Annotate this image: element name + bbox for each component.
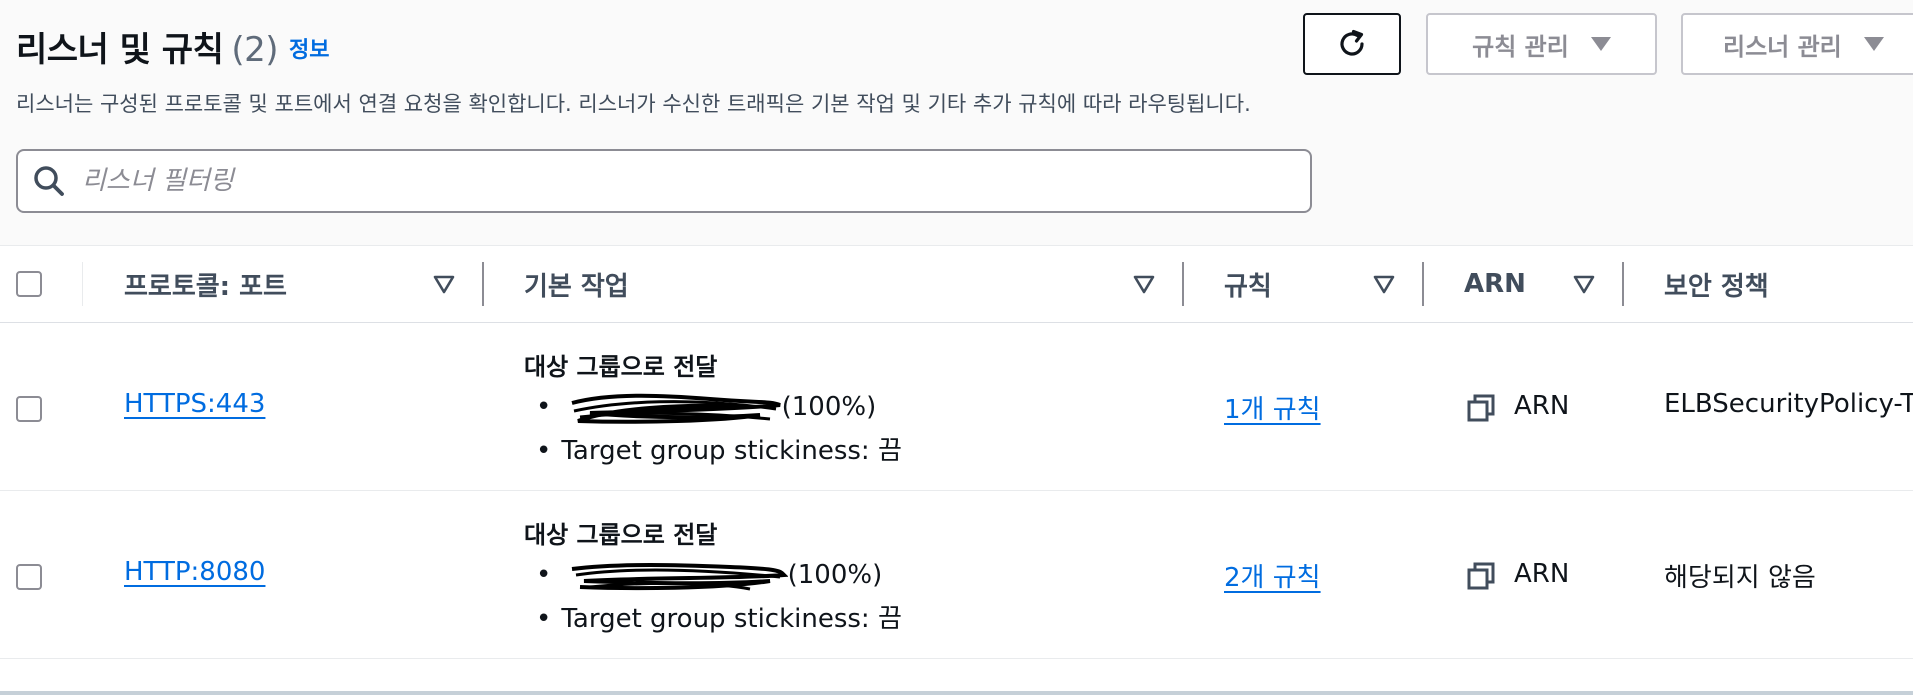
- column-header-protocol-port[interactable]: 프로토콜: 포트: [124, 246, 287, 322]
- sort-icon[interactable]: [432, 272, 456, 296]
- target-group-weight: (100%): [781, 392, 877, 422]
- copy-icon[interactable]: [1466, 561, 1496, 591]
- action-details: (100%) Target group stickiness: 끔: [536, 385, 902, 473]
- table-header: 프로토콜: 포트 기본 작업 규칙 ARN 보안 정책: [0, 245, 1913, 323]
- sort-icon[interactable]: [1372, 272, 1396, 296]
- info-link[interactable]: 정보: [289, 32, 329, 64]
- rules-link[interactable]: 2개 규칙: [1224, 557, 1321, 594]
- copy-icon[interactable]: [1466, 393, 1496, 423]
- redacted-target-group-link[interactable]: [570, 393, 782, 424]
- manage-rules-label: 규칙 관리: [1472, 32, 1569, 61]
- target-group-item: (100%): [536, 385, 902, 429]
- refresh-button[interactable]: [1303, 13, 1401, 75]
- arn-label: ARN: [1514, 391, 1570, 421]
- listener-filter: [16, 149, 1312, 213]
- column-resizer[interactable]: [1182, 262, 1184, 306]
- column-header-security-policy[interactable]: 보안 정책: [1664, 246, 1769, 322]
- column-resizer[interactable]: [1622, 262, 1624, 306]
- panel-bottom-border: [0, 691, 1913, 695]
- listener-link[interactable]: HTTPS:443: [124, 389, 265, 419]
- rules-link[interactable]: 1개 규칙: [1224, 389, 1321, 426]
- panel-description: 리스너는 구성된 프로토콜 및 포트에서 연결 요청을 확인합니다. 리스너가 …: [16, 92, 1251, 116]
- caret-down-icon: [1590, 37, 1611, 51]
- listeners-panel-header: 리스너 및 규칙 (2) 정보 리스너는 구성된 프로토콜 및 포트에서 연결 요…: [0, 0, 1913, 245]
- column-resizer[interactable]: [1422, 262, 1424, 306]
- security-policy: 해당되지 않음: [1664, 563, 1816, 593]
- action-title: 대상 그룹으로 전달: [524, 353, 718, 381]
- column-header-arn[interactable]: ARN: [1464, 246, 1526, 322]
- action-title: 대상 그룹으로 전달: [524, 521, 718, 549]
- panel-title: 리스너 및 규칙 (2): [16, 22, 279, 71]
- stickiness-item: Target group stickiness: 끔: [536, 429, 902, 473]
- security-policy: ELBSecurityPolicy-T: [1664, 389, 1913, 419]
- manage-rules-button[interactable]: 규칙 관리: [1426, 13, 1657, 75]
- sort-icon[interactable]: [1572, 272, 1596, 296]
- row-checkbox[interactable]: [16, 396, 42, 422]
- search-input[interactable]: [80, 165, 1310, 197]
- column-divider: [82, 262, 83, 306]
- target-group-item: (100%): [536, 553, 902, 597]
- column-header-rules[interactable]: 규칙: [1224, 246, 1272, 322]
- table-row: HTTP:8080 대상 그룹으로 전달 (100%) Target group…: [0, 491, 1913, 659]
- action-details: (100%) Target group stickiness: 끔: [536, 553, 902, 641]
- listener-link[interactable]: HTTP:8080: [124, 557, 265, 587]
- redacted-target-group-link[interactable]: [570, 561, 788, 591]
- sort-icon[interactable]: [1132, 272, 1156, 296]
- arn-label: ARN: [1514, 559, 1570, 589]
- row-checkbox[interactable]: [16, 564, 42, 590]
- refresh-icon: [1340, 29, 1364, 56]
- stickiness-item: Target group stickiness: 끔: [536, 597, 902, 641]
- panel-title-text: 리스너 및 규칙: [16, 30, 224, 70]
- column-header-default-action[interactable]: 기본 작업: [524, 246, 629, 322]
- listener-count: (2): [231, 30, 279, 70]
- column-resizer[interactable]: [482, 262, 484, 306]
- table-row: HTTPS:443 대상 그룹으로 전달 (100%) Target group…: [0, 323, 1913, 491]
- manage-listeners-label: 리스너 관리: [1723, 32, 1842, 61]
- caret-down-icon: [1863, 37, 1884, 51]
- search-icon: [34, 166, 64, 196]
- target-group-weight: (100%): [787, 560, 883, 590]
- manage-listeners-button[interactable]: 리스너 관리: [1681, 13, 1913, 75]
- select-all-checkbox[interactable]: [16, 271, 42, 297]
